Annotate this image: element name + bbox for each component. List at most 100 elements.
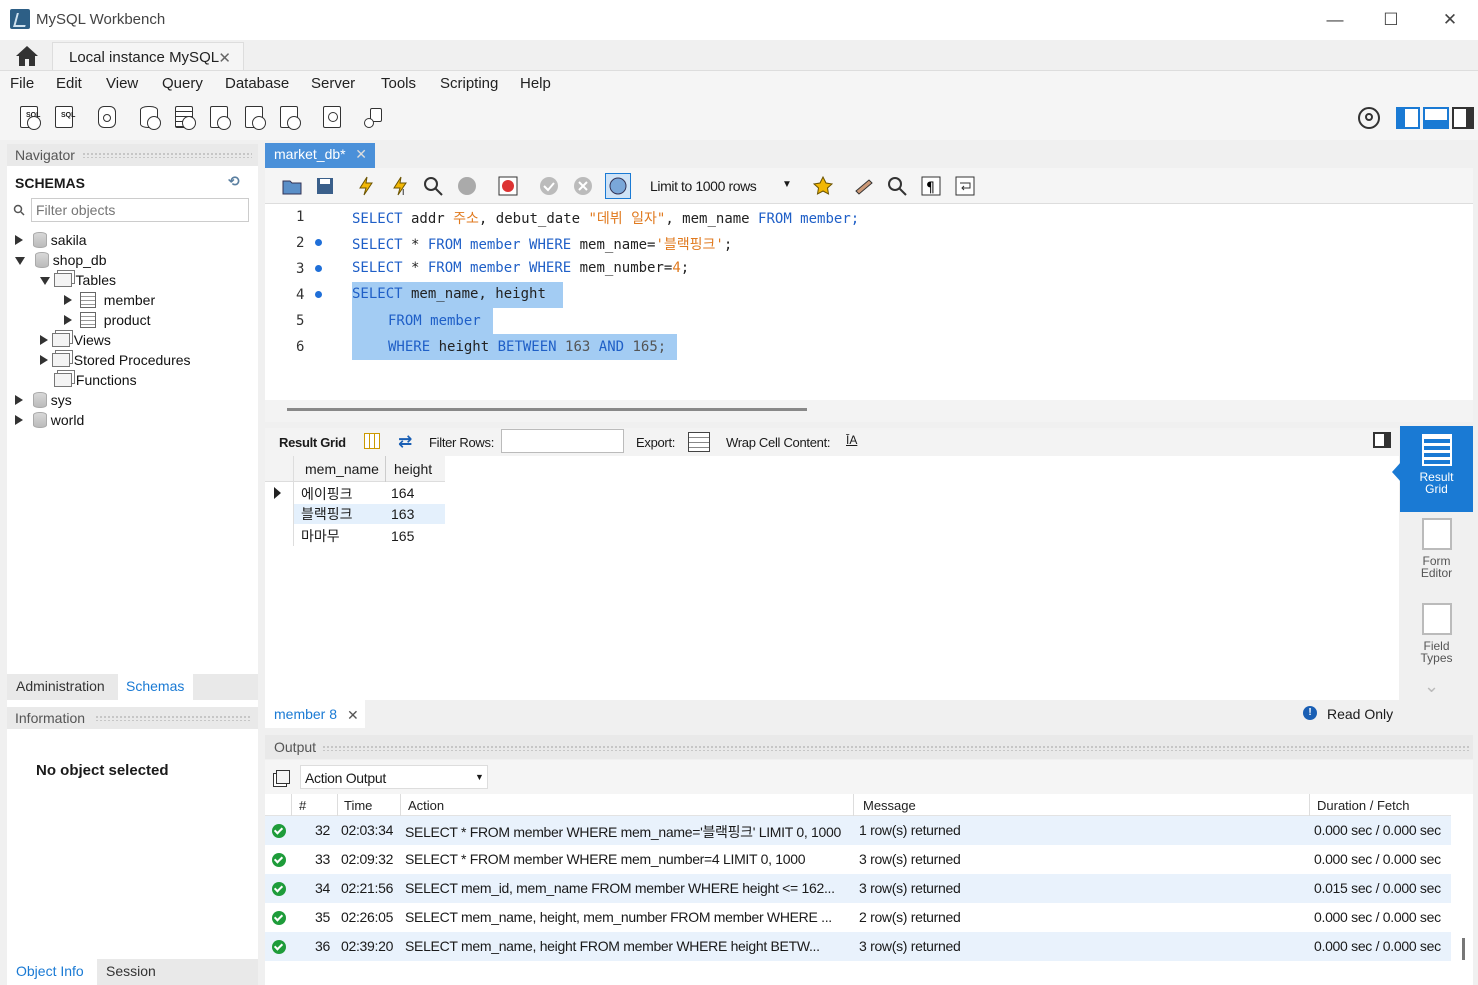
editor-horizontal-scrollbar[interactable]: [265, 400, 1473, 422]
tab-schemas[interactable]: Schemas: [118, 674, 193, 700]
close-button[interactable]: ✕: [1435, 8, 1465, 32]
preferences-gear-icon[interactable]: [1358, 107, 1380, 129]
tab-local-instance[interactable]: Local instance MySQL ✕: [52, 42, 244, 72]
collapse-icon[interactable]: [40, 277, 50, 285]
execute-icon[interactable]: [355, 175, 377, 197]
explain-icon[interactable]: [422, 175, 444, 197]
tree-item-functions[interactable]: Functions: [54, 372, 137, 388]
minimize-button[interactable]: —: [1320, 8, 1350, 32]
open-file-icon[interactable]: [281, 175, 303, 197]
menu-help[interactable]: Help: [520, 75, 551, 92]
expand-icon[interactable]: [15, 235, 23, 245]
tab-administration[interactable]: Administration: [16, 678, 105, 694]
tree-item-product[interactable]: product: [64, 312, 150, 328]
tab-market-db[interactable]: market_db* ✕: [265, 143, 375, 168]
stop-icon[interactable]: [456, 175, 478, 197]
column-header-height[interactable]: height: [394, 461, 432, 477]
column-header-message[interactable]: Message: [863, 798, 916, 813]
new-sql-tab-icon[interactable]: SQL: [17, 104, 43, 132]
limit-rows-select[interactable]: Limit to 1000 rows: [650, 178, 757, 194]
copy-icon[interactable]: [276, 770, 290, 784]
tree-item-views[interactable]: Views: [40, 332, 111, 348]
code-line-5[interactable]: FROM member: [352, 308, 493, 334]
open-sql-script-icon[interactable]: SQL: [52, 104, 78, 132]
menu-tools[interactable]: Tools: [381, 75, 416, 92]
column-header-action[interactable]: Action: [408, 798, 444, 813]
maximize-button[interactable]: ☐: [1376, 8, 1406, 32]
expand-icon[interactable]: [15, 415, 23, 425]
code-line-1[interactable]: SELECT addr 주소, debut_date "데뷔 일자", mem_…: [352, 208, 859, 228]
field-types-button[interactable]: Field Types: [1400, 603, 1473, 665]
export-icon[interactable]: [688, 432, 710, 452]
expand-icon[interactable]: [40, 335, 48, 345]
create-function-icon[interactable]: [277, 104, 303, 132]
invisible-chars-icon[interactable]: ¶: [920, 175, 942, 197]
cell-height[interactable]: 163: [391, 506, 414, 522]
menu-view[interactable]: View: [106, 75, 138, 92]
chevron-down-icon[interactable]: ⌄: [1424, 676, 1439, 697]
column-header-time[interactable]: Time: [344, 798, 372, 813]
cell-mem-name[interactable]: 블랙핑크: [301, 504, 353, 524]
table-row[interactable]: 36 02:39:20 SELECT mem_name, height FROM…: [265, 932, 1451, 961]
commit-icon[interactable]: [538, 175, 560, 197]
tree-item-stored-procedures[interactable]: Stored Procedures: [40, 352, 191, 368]
create-view-icon[interactable]: [207, 104, 233, 132]
table-row[interactable]: 34 02:21:56 SELECT mem_id, mem_name FROM…: [265, 874, 1451, 903]
home-icon[interactable]: [12, 43, 42, 69]
column-header-number[interactable]: #: [299, 798, 306, 813]
column-header-mem-name[interactable]: mem_name: [305, 461, 379, 477]
add-snippet-icon[interactable]: [812, 175, 834, 197]
expand-icon[interactable]: [40, 355, 48, 365]
collapse-icon[interactable]: [15, 257, 25, 265]
tree-item-sakila[interactable]: sakila: [15, 232, 87, 248]
expand-icon[interactable]: [64, 295, 72, 305]
column-header-duration[interactable]: Duration / Fetch: [1317, 798, 1410, 813]
menu-database[interactable]: Database: [225, 75, 289, 92]
cell-mem-name[interactable]: 마마무: [301, 526, 340, 546]
menu-server[interactable]: Server: [311, 75, 355, 92]
stop-on-error-icon[interactable]: [497, 175, 519, 197]
autocommit-toggle-icon[interactable]: [605, 173, 631, 199]
tab-session[interactable]: Session: [106, 963, 156, 979]
rollback-icon[interactable]: [572, 175, 594, 197]
create-schema-icon[interactable]: [137, 104, 163, 132]
close-tab-icon[interactable]: ✕: [355, 146, 367, 163]
search-table-data-icon[interactable]: [320, 104, 346, 132]
inspector-icon[interactable]: [95, 104, 121, 132]
beautify-icon[interactable]: [853, 175, 875, 197]
scrollbar-thumb[interactable]: [287, 408, 807, 411]
create-procedure-icon[interactable]: [242, 104, 268, 132]
refresh-schemas-icon[interactable]: ⟲: [228, 173, 244, 189]
table-row[interactable]: 32 02:03:34 SELECT * FROM member WHERE m…: [265, 816, 1451, 845]
filter-objects-input[interactable]: [31, 198, 249, 222]
close-tab-icon[interactable]: ✕: [347, 707, 359, 724]
wrap-lines-icon[interactable]: [954, 175, 976, 197]
toggle-output-icon[interactable]: [1423, 107, 1449, 129]
find-icon[interactable]: [886, 175, 908, 197]
tree-item-world[interactable]: world: [15, 412, 84, 428]
filter-rows-input[interactable]: [501, 429, 624, 453]
refresh-icon[interactable]: ⇄: [398, 432, 412, 452]
tree-item-tables[interactable]: Tables: [40, 272, 116, 288]
cell-mem-name[interactable]: 에이핑크: [301, 484, 353, 504]
toggle-sidebar-icon[interactable]: [1396, 107, 1420, 129]
menu-query[interactable]: Query: [162, 75, 203, 92]
tree-item-shop-db[interactable]: shop_db: [15, 252, 107, 268]
chevron-down-icon[interactable]: ▼: [475, 772, 484, 782]
execute-current-icon[interactable]: I: [389, 175, 411, 197]
wrap-cell-icon[interactable]: ĪA: [846, 433, 857, 447]
grid-view-icon[interactable]: [364, 433, 380, 449]
tree-item-member[interactable]: member: [64, 292, 155, 308]
toggle-secondary-sidebar-icon[interactable]: [1452, 107, 1474, 129]
code-line-2[interactable]: SELECT * FROM member WHERE mem_name='블랙핑…: [352, 234, 732, 254]
save-icon[interactable]: [314, 175, 336, 197]
result-grid-view-button[interactable]: Result Grid: [1400, 426, 1473, 512]
close-tab-icon[interactable]: ✕: [218, 49, 231, 67]
chevron-down-icon[interactable]: ▼: [782, 179, 792, 190]
table-row[interactable]: 35 02:26:05 SELECT mem_name, height, mem…: [265, 903, 1451, 932]
menu-edit[interactable]: Edit: [56, 75, 82, 92]
cell-height[interactable]: 165: [391, 528, 414, 544]
code-line-4[interactable]: SELECT mem_name, height: [352, 282, 563, 308]
cell-height[interactable]: 164: [391, 485, 414, 501]
code-line-3[interactable]: SELECT * FROM member WHERE mem_number=4;: [352, 260, 689, 276]
